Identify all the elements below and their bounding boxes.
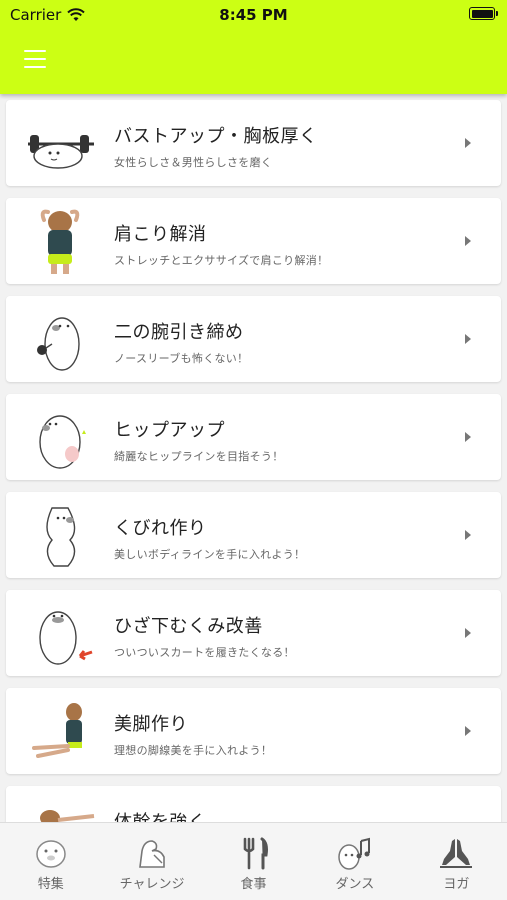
tab-label: チャレンジ [119, 877, 185, 892]
tab-challenge[interactable]: チャレンジ [101, 823, 202, 900]
app-header: Carrier 8:45 PM [0, 0, 507, 94]
girl-plank-illustration [40, 810, 95, 822]
item-subtitle: ついついスカートを履きたくなる！ [114, 646, 295, 659]
list-item[interactable]: ひざ下むくみ改善 ついついスカートを履きたくなる！ [6, 590, 501, 676]
list-item[interactable]: 二の腕引き締め ノースリーブも怖くない！ [6, 296, 501, 382]
list-item[interactable]: 肩こり解消 ストレッチとエクササイズで肩こり解消！ [6, 198, 501, 284]
chevron-right-icon [465, 432, 471, 442]
clock: 8:45 PM [219, 6, 288, 24]
chevron-right-icon [465, 628, 471, 638]
list-item[interactable]: ヒップアップ 綺麗なヒップラインを目指そう！ [6, 394, 501, 480]
item-subtitle: 綺麗なヒップラインを目指そう！ [114, 450, 284, 463]
item-subtitle: ストレッチとエクササイズで肩こり解消！ [114, 254, 329, 267]
item-subtitle: 女性らしさ＆男性らしさを磨く [114, 156, 273, 169]
list-item[interactable]: 美脚作り 理想の脚線美を手に入れよう！ [6, 688, 501, 774]
item-subtitle: ノースリーブも怖くない！ [114, 352, 249, 365]
seal-waist-illustration [46, 507, 76, 567]
dancing-music-icon [338, 837, 370, 870]
item-title: 美脚作り [114, 714, 188, 735]
tab-label: ヨガ [443, 877, 470, 892]
tab-bar: 特集 チャレンジ 食事 ダンス ヨガ [0, 822, 507, 900]
item-subtitle: 美しいボディラインを手に入れよう！ [114, 548, 306, 561]
tab-yoga[interactable]: ヨガ [406, 823, 507, 900]
item-title: 肩こり解消 [114, 224, 207, 245]
item-title: バストアップ・胸板厚く [114, 126, 318, 147]
item-title: 二の腕引き締め [114, 322, 244, 343]
item-title: くびれ作り [114, 518, 207, 539]
seal-dumbbell-illustration [37, 317, 80, 371]
list-item[interactable]: 体幹を強く [6, 786, 501, 822]
flexing-arm-icon [139, 840, 165, 868]
seal-legs-illustration [39, 611, 93, 665]
tab-dance[interactable]: ダンス [304, 823, 405, 900]
category-list[interactable]: バストアップ・胸板厚く 女性らしさ＆男性らしさを磨く 肩こり解消 ストレッチとエ… [0, 94, 507, 822]
chevron-right-icon [465, 726, 471, 736]
seal-hip-illustration [39, 415, 86, 469]
chevron-right-icon [465, 334, 471, 344]
tab-label: 食事 [240, 877, 267, 892]
chevron-right-icon [465, 236, 471, 246]
hamburger-menu-icon[interactable] [24, 50, 46, 68]
tab-meal[interactable]: 食事 [203, 823, 304, 900]
praying-hands-icon [440, 839, 473, 868]
tab-label: 特集 [37, 877, 64, 892]
list-item[interactable]: くびれ作り 美しいボディラインを手に入れよう！ [6, 492, 501, 578]
girl-legs-illustration [32, 703, 82, 758]
girl-stretching-illustration [40, 209, 80, 274]
item-subtitle: 理想の脚線美を手に入れよう！ [114, 744, 273, 757]
list-item[interactable]: バストアップ・胸板厚く 女性らしさ＆男性らしさを磨く [6, 100, 501, 186]
status-bar: Carrier 8:45 PM [0, 0, 507, 28]
fork-knife-icon [243, 837, 268, 870]
item-title: ヒップアップ [114, 420, 225, 441]
chevron-right-icon [465, 138, 471, 148]
chevron-right-icon [465, 530, 471, 540]
item-title: ひざ下むくみ改善 [114, 616, 263, 637]
battery-icon [469, 7, 498, 20]
seal-barbell-illustration [28, 135, 94, 169]
item-title: 体幹を強く [114, 808, 207, 822]
seal-face-icon [35, 840, 66, 868]
tab-label: ダンス [335, 877, 375, 892]
tab-special[interactable]: 特集 [0, 823, 101, 900]
